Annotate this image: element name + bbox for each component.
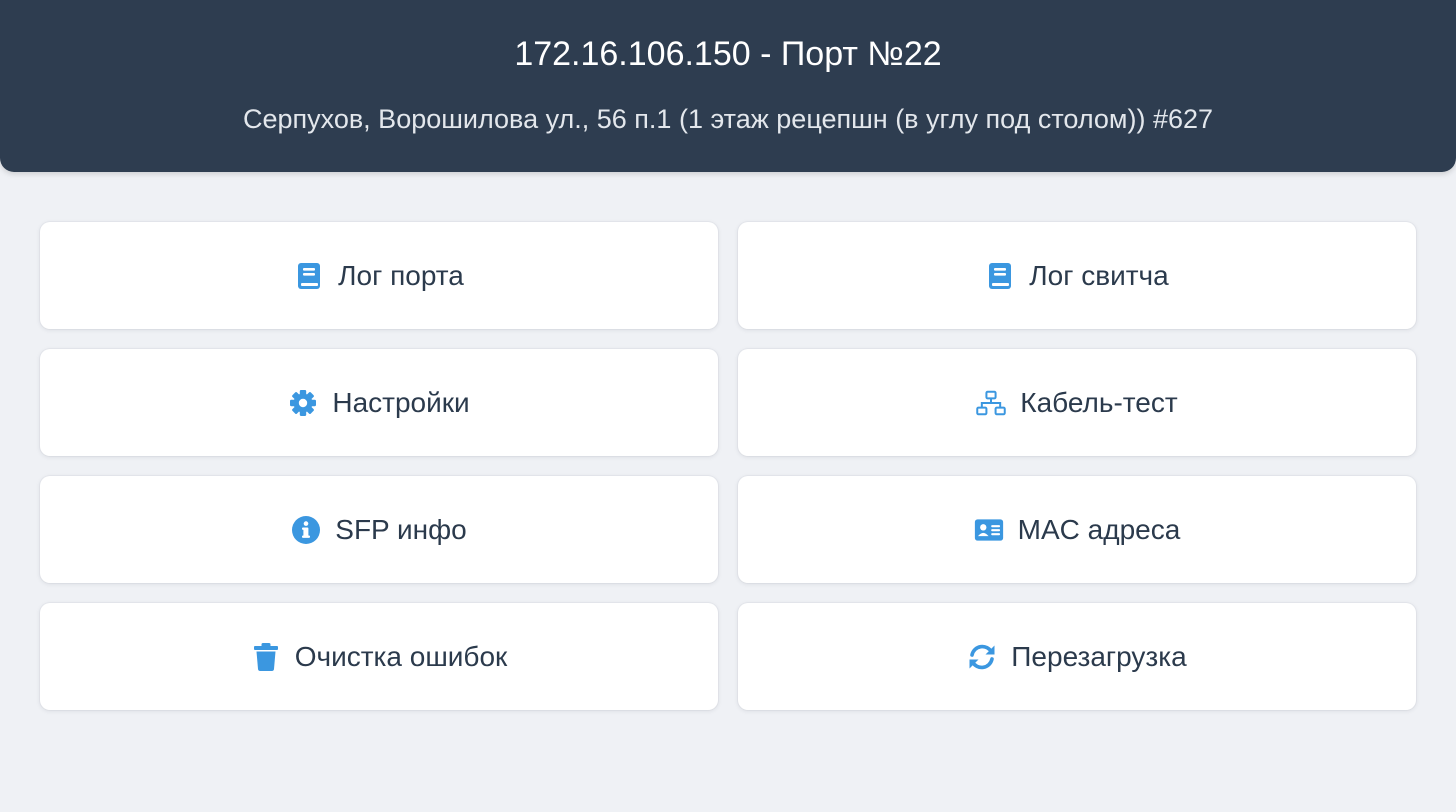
switch-log-label: Лог свитча [1029,259,1169,291]
sfp-info-label: SFP инфо [335,513,467,545]
clear-errors-button[interactable]: Очистка ошибок [40,603,718,710]
network-icon [976,388,1007,418]
reboot-button[interactable]: Перезагрузка [738,603,1416,710]
trash-icon [251,642,281,672]
switch-log-button[interactable]: Лог свитча [738,222,1416,329]
gear-icon [288,388,318,418]
cable-test-button[interactable]: Кабель-тест [738,349,1416,456]
mac-addresses-button[interactable]: MAC адреса [738,476,1416,583]
settings-button[interactable]: Настройки [40,349,718,456]
refresh-icon [967,642,997,672]
mac-addresses-label: MAC адреса [1017,513,1181,545]
book-icon [985,261,1015,291]
settings-label: Настройки [332,386,470,418]
clear-errors-label: Очистка ошибок [294,640,508,672]
sfp-info-button[interactable]: SFP инфо [40,476,718,583]
port-log-label: Лог порта [338,259,464,291]
id-card-icon [974,515,1004,545]
book-icon [294,261,324,291]
location-subtitle: Серпухов, Ворошилова ул., 56 п.1 (1 этаж… [242,104,1214,134]
page-title: 172.16.106.150 - Порт №22 [514,35,942,73]
reboot-label: Перезагрузка [1011,640,1187,672]
info-icon [291,515,321,545]
page-header: 172.16.106.150 - Порт №22 Серпухов, Воро… [0,0,1456,172]
cable-test-label: Кабель-тест [1020,386,1178,418]
actions-grid: Лог порта Лог свитча Настройки Кабель-те… [40,222,1416,710]
port-log-button[interactable]: Лог порта [40,222,718,329]
